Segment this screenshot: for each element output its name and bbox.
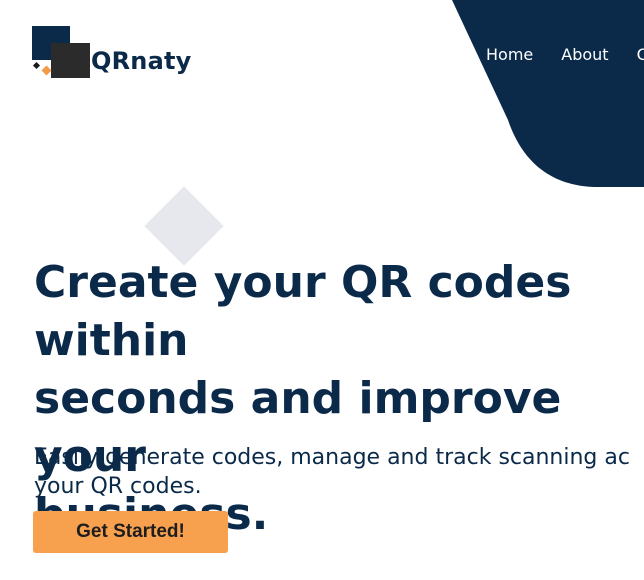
main-nav: Home About C	[486, 45, 644, 64]
qrnaty-logo-icon	[32, 26, 90, 78]
nav-item-about[interactable]: About	[561, 45, 608, 64]
get-started-button[interactable]: Get Started!	[33, 511, 228, 553]
brand-logo[interactable]: QRnaty	[32, 26, 191, 78]
landing-page: QRnaty Home About C Create your QR codes…	[0, 0, 644, 580]
nav-item-home[interactable]: Home	[486, 45, 533, 64]
nav-item-contact[interactable]: C	[637, 45, 644, 64]
brand-name: QRnaty	[91, 47, 192, 75]
hero-subtext: Easily generate codes, manage and track …	[34, 445, 630, 499]
